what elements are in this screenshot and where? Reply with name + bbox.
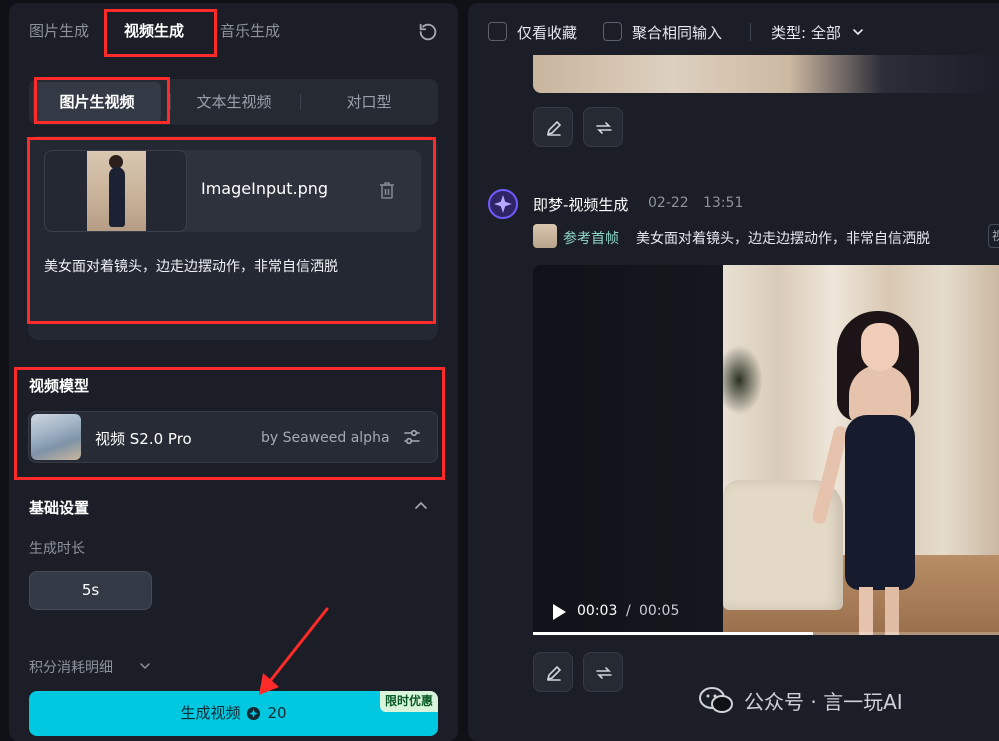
sparkle-icon <box>488 189 518 219</box>
chevron-up-icon[interactable] <box>413 498 429 514</box>
message-date: 02-22 <box>648 195 689 211</box>
model-tag: 视 <box>988 224 999 248</box>
chevron-down-icon[interactable] <box>851 25 865 39</box>
tab-image-to-video[interactable]: 图片生视频 <box>33 82 161 122</box>
message-time: 13:51 <box>703 195 744 211</box>
pencil-icon <box>546 665 562 681</box>
duration-label: 生成时长 <box>29 541 85 557</box>
generation-mode-tabs: 图片生视频 文本生视频 对口型 <box>29 79 438 125</box>
edit-button[interactable] <box>533 652 573 692</box>
refresh-icon[interactable] <box>417 21 439 43</box>
generate-video-button[interactable]: 生成视频 20 限时优惠 <box>29 691 438 736</box>
filter-divider <box>750 23 751 41</box>
favorites-checkbox[interactable] <box>488 22 507 41</box>
tab-image-generation[interactable]: 图片生成 <box>29 20 89 41</box>
left-panel: 图片生成 视频生成 音乐生成 图片生视频 文本生视频 对口型 ImageInpu… <box>9 3 458 741</box>
repeat-icon <box>596 122 612 134</box>
tab-video-generation[interactable]: 视频生成 <box>124 20 184 41</box>
merge-inputs-label[interactable]: 聚合相同输入 <box>632 22 722 43</box>
play-icon[interactable] <box>551 603 567 621</box>
video-progress-bar[interactable] <box>533 632 999 635</box>
video-player[interactable]: 00:03 / 00:05 <box>533 265 999 635</box>
arrow-annotation <box>259 607 329 695</box>
file-name: ImageInput.png <box>201 179 329 198</box>
model-provider: by Seaweed alpha <box>261 430 390 446</box>
image-upload[interactable]: ImageInput.png <box>44 150 421 232</box>
tab-text-to-video[interactable]: 文本生视频 <box>170 79 298 125</box>
duration-option-5s[interactable]: 5s <box>29 571 152 610</box>
video-progress-fill <box>533 632 813 635</box>
watermark-text: 公众号 · 言一玩AI <box>744 689 903 714</box>
promo-badge: 限时优惠 <box>379 691 438 712</box>
previous-result-image[interactable] <box>533 55 999 93</box>
credit-details-link[interactable]: 积分消耗明细 <box>29 657 113 677</box>
tab-music-generation[interactable]: 音乐生成 <box>220 20 280 41</box>
merge-inputs-checkbox[interactable] <box>603 22 622 41</box>
repeat-icon <box>596 667 612 679</box>
pencil-icon <box>546 120 562 136</box>
reference-image <box>87 151 146 231</box>
generate-button-label: 生成视频 <box>180 704 241 722</box>
current-time: 00:03 <box>577 603 618 619</box>
filter-bar: 仅看收藏 聚合相同输入 类型: 全部 <box>468 3 999 59</box>
basic-settings-title: 基础设置 <box>29 499 90 517</box>
uploaded-image-thumbnail[interactable] <box>44 150 187 232</box>
type-filter-dropdown[interactable]: 类型: 全部 <box>771 22 841 43</box>
model-section-title: 视频模型 <box>29 377 90 395</box>
credit-icon <box>247 706 261 721</box>
video-frame <box>723 265 999 635</box>
prompt-textarea[interactable]: 美女面对着镜头，边走边摆动作，非常自信洒脱 <box>44 256 338 276</box>
agent-name: 即梦-视频生成 <box>533 196 629 214</box>
regenerate-button[interactable] <box>583 107 623 147</box>
watermark: 公众号 · 言一玩AI <box>698 680 903 720</box>
wechat-icon <box>699 687 733 713</box>
right-panel: 仅看收藏 聚合相同输入 类型: 全部 即梦-视频生成 02-22 13:51 参… <box>468 3 999 741</box>
prompt-card: ImageInput.png 美女面对着镜头，边走边摆动作，非常自信洒脱 <box>28 136 438 340</box>
model-selector[interactable]: 视频 S2.0 Pro by Seaweed alpha <box>28 411 438 463</box>
favorites-filter-label[interactable]: 仅看收藏 <box>517 22 577 43</box>
reference-frame-label: 参考首帧 <box>563 231 619 247</box>
total-time: 00:05 <box>639 603 680 619</box>
message-prompt: 美女面对着镜头，边走边摆动作，非常自信洒脱 <box>636 231 930 247</box>
top-tabs: 图片生成 视频生成 音乐生成 <box>9 3 458 59</box>
model-thumbnail <box>31 414 81 460</box>
time-separator: / <box>626 603 631 619</box>
edit-button[interactable] <box>533 107 573 147</box>
agent-avatar <box>488 189 518 219</box>
trash-icon[interactable] <box>378 180 396 200</box>
reference-frame-thumbnail[interactable] <box>533 224 557 248</box>
tab-lip-sync[interactable]: 对口型 <box>300 79 438 125</box>
sliders-icon[interactable] <box>402 427 422 447</box>
regenerate-button[interactable] <box>583 652 623 692</box>
video-controls: 00:03 / 00:05 <box>533 591 999 635</box>
model-name: 视频 S2.0 Pro <box>95 430 192 448</box>
chevron-down-icon[interactable] <box>138 659 152 673</box>
